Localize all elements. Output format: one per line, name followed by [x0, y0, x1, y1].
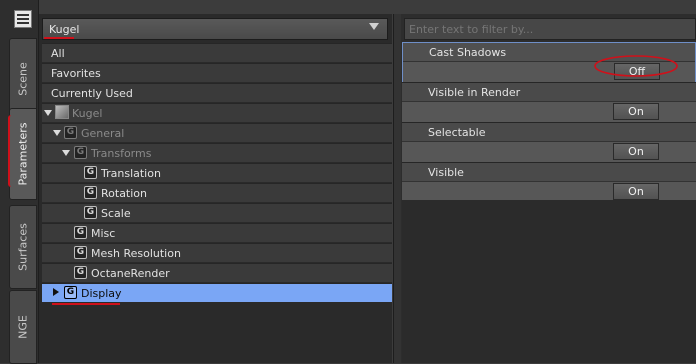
tree-item-label: OctaneRender [91, 267, 170, 280]
property-empty-area [402, 200, 696, 363]
tree-item-label: Display [81, 287, 122, 300]
group-icon: G [84, 166, 97, 179]
list-item-label: Favorites [51, 67, 101, 80]
node-selector-dropdown[interactable]: Kugel [42, 18, 388, 40]
property-label: Selectable [428, 126, 486, 139]
tree-item-label: General [81, 127, 125, 140]
tree-item-label: Kugel [72, 107, 103, 120]
tab-surfaces[interactable]: Surfaces [9, 205, 37, 289]
chevron-down-icon[interactable] [369, 23, 379, 30]
annotation-underline-display [52, 303, 120, 305]
tree-item-mesh-resolution[interactable]: G Mesh Resolution [42, 243, 392, 262]
group-icon: G [84, 186, 97, 199]
group-icon: G [84, 206, 97, 219]
tree-item-misc[interactable]: G Misc [42, 223, 392, 242]
expand-arrow-icon[interactable] [53, 288, 59, 296]
list-item-label: All [51, 47, 65, 60]
annotation-circle-cast-shadows [594, 55, 678, 77]
property-label: Visible [428, 166, 464, 179]
property-label: Visible in Render [428, 86, 521, 99]
tree-item-translation[interactable]: G Translation [42, 163, 392, 182]
tree-item-kugel[interactable]: Kugel [42, 103, 392, 122]
visible-toggle[interactable]: On [613, 183, 659, 200]
list-item-favorites[interactable]: Favorites [42, 63, 392, 82]
tree-item-label: Scale [101, 207, 131, 220]
tree-item-label: Misc [91, 227, 116, 240]
tree-item-label: Transforms [91, 147, 152, 160]
tab-scene-label: Scene [16, 62, 30, 96]
group-icon: G [74, 266, 87, 279]
tree-item-display[interactable]: G Display [42, 283, 392, 302]
tab-menu-icon[interactable] [14, 10, 32, 28]
group-icon: G [64, 126, 77, 139]
selectable-toggle[interactable]: On [613, 143, 659, 160]
expand-arrow-icon[interactable] [53, 130, 61, 136]
tab-surfaces-label: Surfaces [16, 223, 30, 271]
tab-parameters-label: Parameters [16, 122, 30, 186]
tree-item-transforms[interactable]: G Transforms [42, 143, 392, 162]
property-selectable[interactable]: Selectable On [402, 122, 696, 162]
tree-item-label: Translation [101, 167, 161, 180]
list-item-all[interactable]: All [42, 43, 392, 62]
group-icon: G [64, 286, 77, 299]
visible-in-render-toggle[interactable]: On [613, 103, 659, 120]
tree-item-general[interactable]: G General [42, 123, 392, 142]
tree-item-scale[interactable]: G Scale [42, 203, 392, 222]
tree-item-label: Mesh Resolution [91, 247, 181, 260]
object-cube-icon [55, 105, 69, 119]
tree-item-label: Rotation [101, 187, 148, 200]
tree-item-octanerender[interactable]: G OctaneRender [42, 263, 392, 282]
property-label: Cast Shadows [429, 46, 507, 59]
group-icon: G [74, 246, 87, 259]
annotation-underline-dropdown [44, 37, 74, 39]
node-selector-value: Kugel [49, 23, 80, 36]
annotation-mark-parameters [8, 115, 14, 187]
group-icon: G [74, 146, 87, 159]
expand-arrow-icon[interactable] [44, 110, 52, 116]
property-visible[interactable]: Visible On [402, 162, 696, 202]
filter-input[interactable] [404, 18, 696, 40]
list-item-label: Currently Used [51, 87, 133, 100]
property-visible-in-render[interactable]: Visible in Render On [402, 82, 696, 122]
tab-nge[interactable]: NGE [9, 290, 37, 364]
expand-arrow-icon[interactable] [62, 150, 70, 156]
list-item-currently-used[interactable]: Currently Used [42, 83, 392, 102]
tree-item-rotation[interactable]: G Rotation [42, 183, 392, 202]
tab-nge-label: NGE [16, 315, 30, 339]
group-icon: G [74, 226, 87, 239]
